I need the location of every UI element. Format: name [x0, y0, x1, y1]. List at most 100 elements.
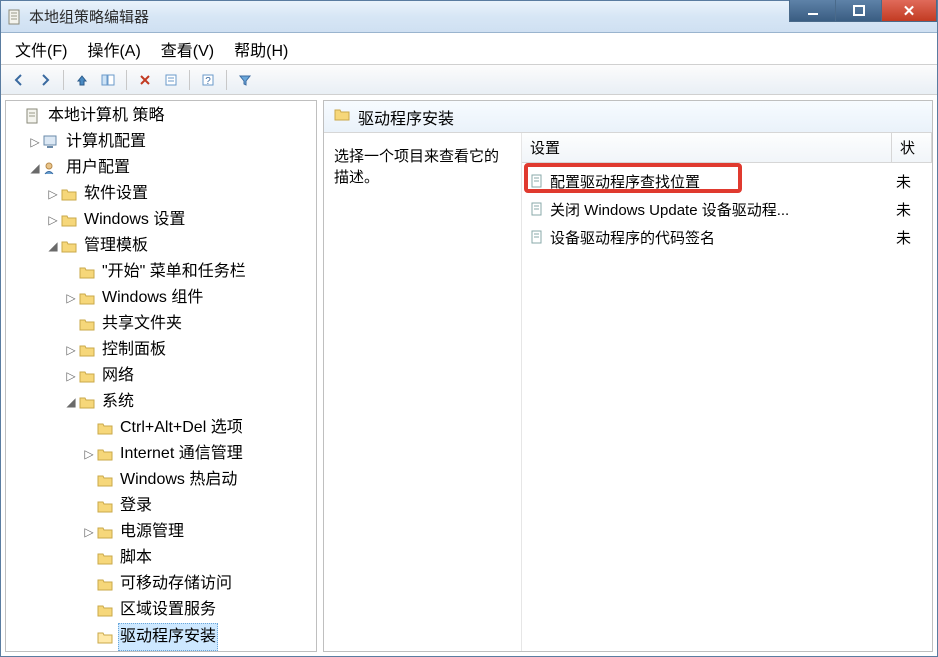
folder-icon: [96, 447, 114, 461]
toolbar-separator: [226, 70, 227, 90]
back-button[interactable]: [7, 68, 31, 92]
properties-button[interactable]: [159, 68, 183, 92]
menu-file[interactable]: 文件(F): [7, 34, 75, 64]
expand-icon[interactable]: ▷: [64, 363, 78, 389]
tree-logon[interactable]: 登录: [6, 493, 316, 519]
folder-icon: [78, 317, 96, 331]
close-button[interactable]: ✕: [881, 0, 937, 22]
tree-label: Windows 组件: [100, 285, 205, 311]
detail-body: 选择一个项目来查看它的描述。 设置 状 配置驱动程序查找: [324, 133, 932, 651]
column-label: 状: [900, 137, 915, 158]
tree-windows-components[interactable]: ▷ Windows 组件: [6, 285, 316, 311]
tree-user-config[interactable]: ◢ 用户配置: [6, 155, 316, 181]
tree-software-settings[interactable]: ▷ 软件设置: [6, 181, 316, 207]
tree-label: 网络: [100, 363, 136, 389]
folder-icon: [60, 187, 78, 201]
tree-system[interactable]: ◢ 系统: [6, 389, 316, 415]
titlebar: 本地组策略编辑器 ✕: [1, 1, 937, 33]
expand-icon[interactable]: ▷: [46, 207, 60, 233]
tree-label: 共享文件夹: [100, 311, 184, 337]
tree-pane[interactable]: 本地计算机 策略 ▷ 计算机配置 ◢ 用户配置: [5, 100, 317, 652]
app-window: 本地组策略编辑器 ✕ 文件(F) 操作(A) 查看(V) 帮助(H): [0, 0, 938, 657]
list-item[interactable]: 设备驱动程序的代码签名 未: [522, 223, 932, 251]
detail-pane: 驱动程序安装 选择一个项目来查看它的描述。 设置 状: [323, 100, 933, 652]
tree-power-mgmt[interactable]: ▷ 电源管理: [6, 519, 316, 545]
folder-icon: [96, 473, 114, 487]
up-button[interactable]: [70, 68, 94, 92]
tree-label: 控制面板: [100, 337, 168, 363]
tree-windows-hot-start[interactable]: Windows 热启动: [6, 467, 316, 493]
folder-icon: [78, 265, 96, 279]
policy-icon: [530, 202, 544, 216]
minimize-button[interactable]: [789, 0, 835, 22]
description-prompt: 选择一个项目来查看它的描述。: [334, 148, 499, 186]
help-button[interactable]: ?: [196, 68, 220, 92]
list-rows: 配置驱动程序查找位置 未 关闭 Windows Update 设备驱动程...: [522, 163, 932, 255]
tree-label: Ctrl+Alt+Del 选项: [118, 415, 245, 441]
tree-removable-storage[interactable]: 可移动存储访问: [6, 571, 316, 597]
expand-icon[interactable]: ▷: [46, 181, 60, 207]
forward-button[interactable]: [33, 68, 57, 92]
tree-label: 登录: [118, 493, 154, 519]
tree-locale-services[interactable]: 区域设置服务: [6, 597, 316, 623]
menubar: 文件(F) 操作(A) 查看(V) 帮助(H): [1, 33, 937, 65]
window-title: 本地组策略编辑器: [29, 6, 149, 27]
expand-icon[interactable]: ▷: [28, 129, 42, 155]
toolbar-separator: [126, 70, 127, 90]
tree-shared-folders[interactable]: 共享文件夹: [6, 311, 316, 337]
folder-icon: [60, 213, 78, 227]
tree-windows-settings[interactable]: ▷ Windows 设置: [6, 207, 316, 233]
client-area: 本地计算机 策略 ▷ 计算机配置 ◢ 用户配置: [1, 95, 937, 656]
menu-action[interactable]: 操作(A): [79, 34, 148, 64]
delete-button[interactable]: [133, 68, 157, 92]
tree-label: 计算机配置: [64, 129, 148, 155]
tree-label: Internet 通信管理: [118, 441, 245, 467]
folder-icon: [78, 343, 96, 357]
svg-text:?: ?: [205, 76, 211, 87]
tree-label: 软件设置: [82, 181, 150, 207]
column-status[interactable]: 状: [892, 133, 932, 162]
list-header: 设置 状: [522, 133, 932, 163]
collapse-icon[interactable]: ◢: [46, 233, 60, 259]
tree-admin-templates[interactable]: ◢ 管理模板: [6, 233, 316, 259]
tree-ctrl-alt-del[interactable]: Ctrl+Alt+Del 选项: [6, 415, 316, 441]
list-item[interactable]: 关闭 Windows Update 设备驱动程... 未: [522, 195, 932, 223]
expand-icon[interactable]: ▷: [64, 285, 78, 311]
expand-icon[interactable]: ▷: [82, 519, 96, 545]
tree-label: 驱动程序安装: [118, 623, 218, 651]
tree-network[interactable]: ▷ 网络: [6, 363, 316, 389]
folder-icon: [96, 551, 114, 565]
tree-start-taskbar[interactable]: "开始" 菜单和任务栏: [6, 259, 316, 285]
tree-label: 区域设置服务: [118, 597, 218, 623]
show-hide-tree-button[interactable]: [96, 68, 120, 92]
menu-view[interactable]: 查看(V): [153, 34, 222, 64]
maximize-button[interactable]: [835, 0, 881, 22]
tree-driver-install[interactable]: 驱动程序安装: [6, 623, 316, 651]
filter-button[interactable]: [233, 68, 257, 92]
collapse-icon[interactable]: ◢: [28, 155, 42, 181]
folder-icon: [78, 291, 96, 305]
expand-icon[interactable]: ▷: [82, 441, 96, 467]
setting-label: 配置驱动程序查找位置: [550, 171, 700, 192]
folder-icon: [96, 525, 114, 539]
folder-icon: [78, 369, 96, 383]
tree-scripts[interactable]: 脚本: [6, 545, 316, 571]
list-item[interactable]: 配置驱动程序查找位置 未: [522, 167, 932, 195]
collapse-icon[interactable]: ◢: [64, 389, 78, 415]
tree-label: Windows 热启动: [118, 467, 239, 493]
toolbar: ?: [1, 65, 937, 95]
tree-label: Windows 设置: [82, 207, 187, 233]
tree-root[interactable]: 本地计算机 策略: [6, 103, 316, 129]
settings-list: 设置 状 配置驱动程序查找位置 未: [522, 133, 932, 651]
tree-internet-comm[interactable]: ▷ Internet 通信管理: [6, 441, 316, 467]
expand-icon[interactable]: ▷: [64, 337, 78, 363]
folder-icon: [78, 395, 96, 409]
menu-help[interactable]: 帮助(H): [226, 34, 296, 64]
tree-label: 本地计算机 策略: [46, 103, 166, 129]
tree-label: 可移动存储访问: [118, 571, 234, 597]
policy-tree: 本地计算机 策略 ▷ 计算机配置 ◢ 用户配置: [6, 101, 316, 652]
tree-control-panel[interactable]: ▷ 控制面板: [6, 337, 316, 363]
column-setting[interactable]: 设置: [522, 133, 892, 162]
tree-computer-config[interactable]: ▷ 计算机配置: [6, 129, 316, 155]
toolbar-separator: [63, 70, 64, 90]
